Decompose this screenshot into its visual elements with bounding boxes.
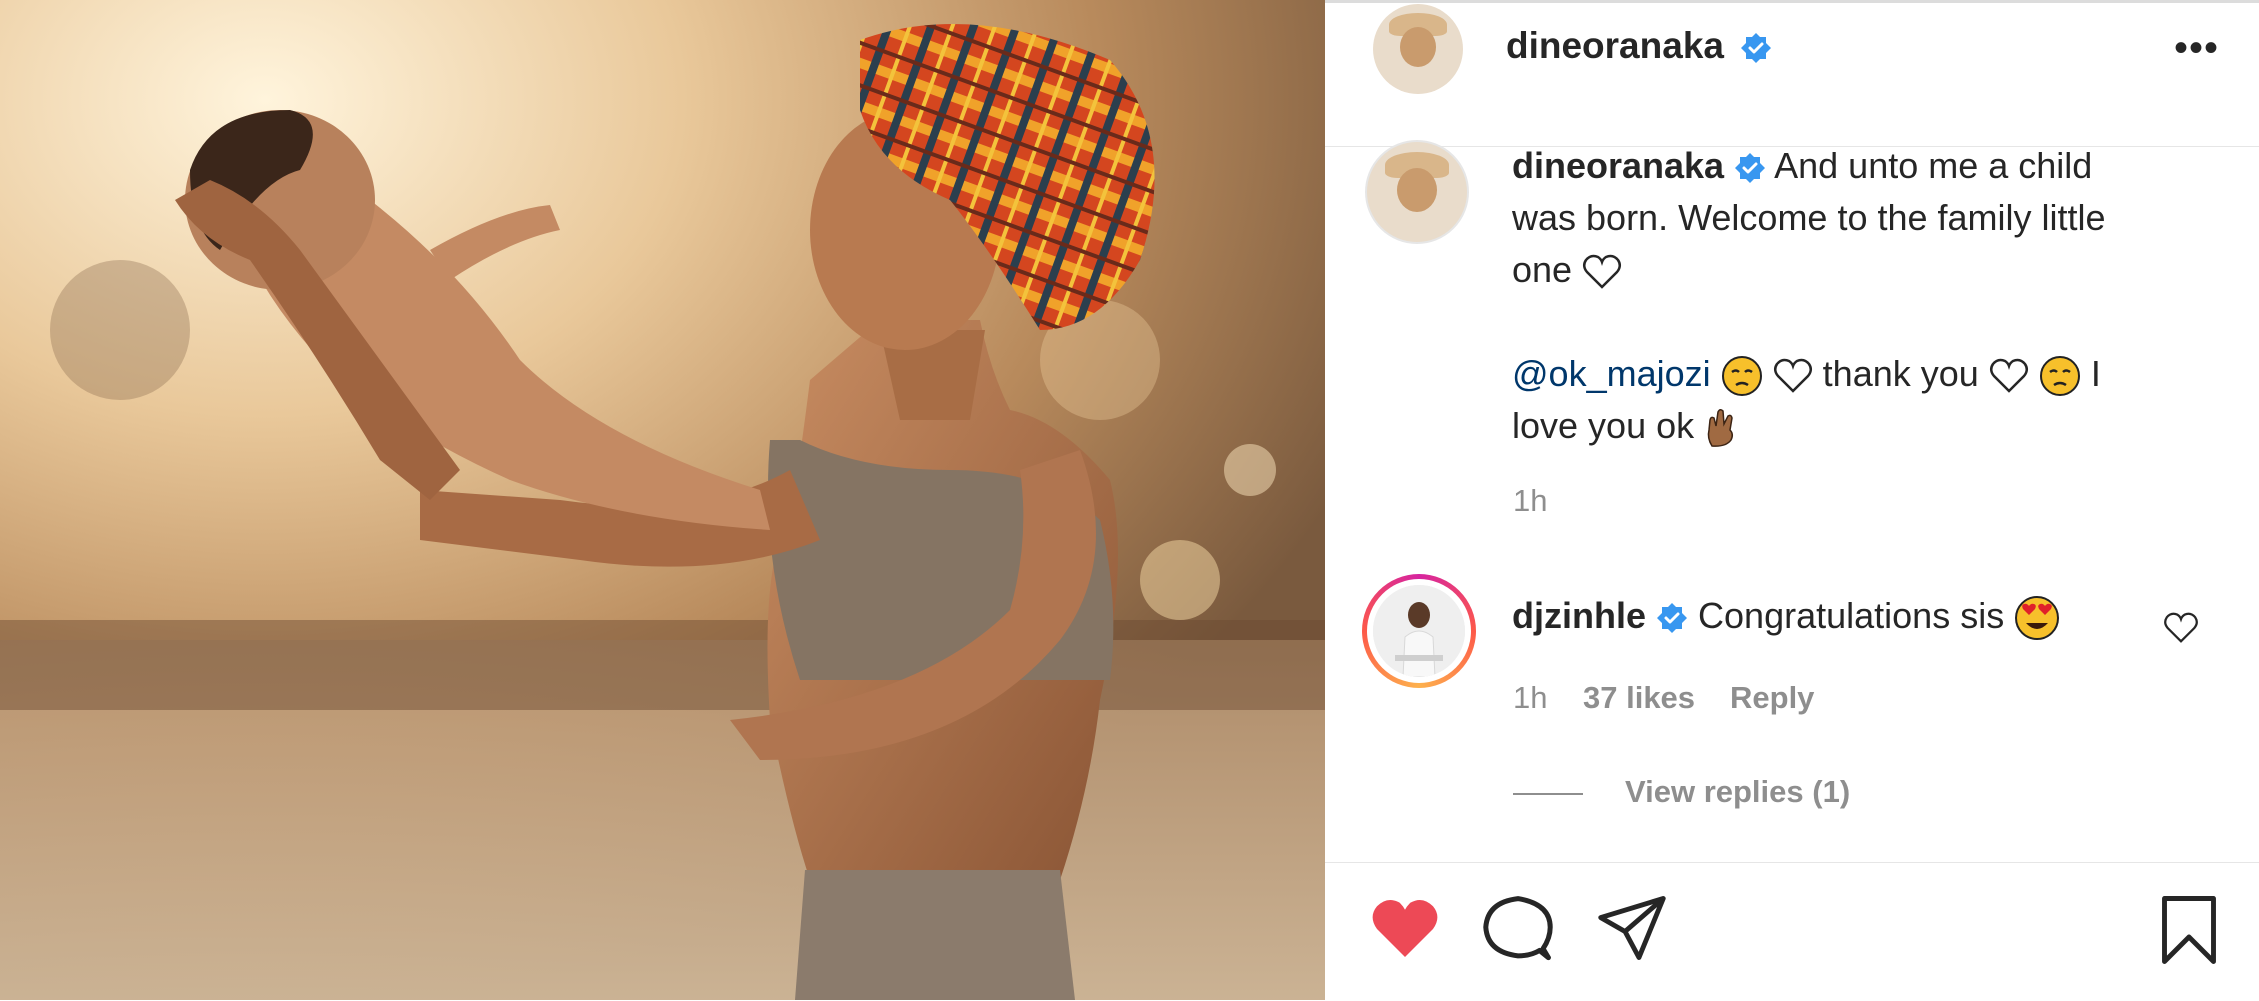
bookmark-icon[interactable] <box>2159 895 2219 965</box>
comment-bubble-icon[interactable] <box>1482 895 1554 963</box>
verified-badge-icon <box>1657 603 1688 634</box>
heart-outline-icon <box>1773 359 1812 394</box>
comment-like-heart-icon[interactable] <box>2163 612 2199 644</box>
post-photo-illustration <box>0 0 1325 1000</box>
comment-reply-button[interactable]: Reply <box>1730 680 1814 716</box>
mention-link[interactable]: @ok_majozi <box>1512 353 1711 394</box>
caption-line-4: @ok_majozi thank you I <box>1512 348 2212 400</box>
view-replies-line <box>1513 793 1583 795</box>
crossed-fingers-emoji-icon <box>1707 409 1734 448</box>
caption-timestamp[interactable]: 1h <box>1513 483 1547 519</box>
comment-username[interactable]: djzinhle <box>1512 595 1646 636</box>
caption-text-3: one <box>1512 249 1573 290</box>
caption-text-1: And unto me a child <box>1774 145 2093 186</box>
heart-outline-icon <box>1989 359 2028 394</box>
caption-love-2: love you ok <box>1512 405 1695 446</box>
caption-love-1: I <box>2090 353 2101 394</box>
commenter-story-ring[interactable] <box>1362 574 1476 688</box>
pleading-face-emoji-icon <box>2039 356 2080 397</box>
caption-line-5: love you ok <box>1512 400 2212 452</box>
caption-line-2: was born. Welcome to the family little <box>1512 197 2106 238</box>
heart-outline-icon <box>1583 255 1622 290</box>
like-heart-icon[interactable] <box>1370 897 1440 961</box>
post-header: dineoranaka ••• <box>1325 0 2259 147</box>
post-actions-bar <box>1325 862 2259 1001</box>
comment-text: Congratulations sis <box>1698 595 2005 636</box>
more-options-button[interactable]: ••• <box>2174 28 2219 68</box>
commenter-avatar <box>1373 585 1465 677</box>
caption-line-1: dineoranaka And unto me a child <box>1512 140 2212 192</box>
commenter-avatar-image <box>1373 585 1465 677</box>
verified-badge-icon <box>1741 33 1772 64</box>
pleading-face-emoji-icon <box>1721 356 1762 397</box>
header-author-row: dineoranaka <box>1506 22 1772 70</box>
avatar-face <box>1400 27 1436 67</box>
comment-time[interactable]: 1h <box>1513 680 1547 716</box>
share-plane-icon[interactable] <box>1597 895 1667 961</box>
post-panel: dineoranaka ••• dineoranaka And unto me … <box>1325 0 2259 1000</box>
view-replies-button[interactable]: View replies (1) <box>1625 774 1850 810</box>
caption-avatar[interactable] <box>1365 140 1469 244</box>
author-avatar[interactable] <box>1373 4 1463 94</box>
caption-line-3: one <box>1512 244 2212 296</box>
heart-eyes-emoji-icon <box>2015 596 2060 641</box>
caption-thanks: thank you <box>1822 353 1979 394</box>
post-photo[interactable] <box>0 0 1325 1000</box>
verified-badge-icon <box>1735 153 1766 184</box>
comment-row: djzinhle Congratulations sis <box>1512 590 2060 642</box>
caption-username[interactable]: dineoranaka <box>1512 145 1724 186</box>
caption-avatar-face <box>1397 168 1437 212</box>
post-caption: dineoranaka And unto me a child was born… <box>1512 140 2212 452</box>
header-username[interactable]: dineoranaka <box>1506 25 1724 66</box>
comment-likes[interactable]: 37 likes <box>1583 680 1695 716</box>
